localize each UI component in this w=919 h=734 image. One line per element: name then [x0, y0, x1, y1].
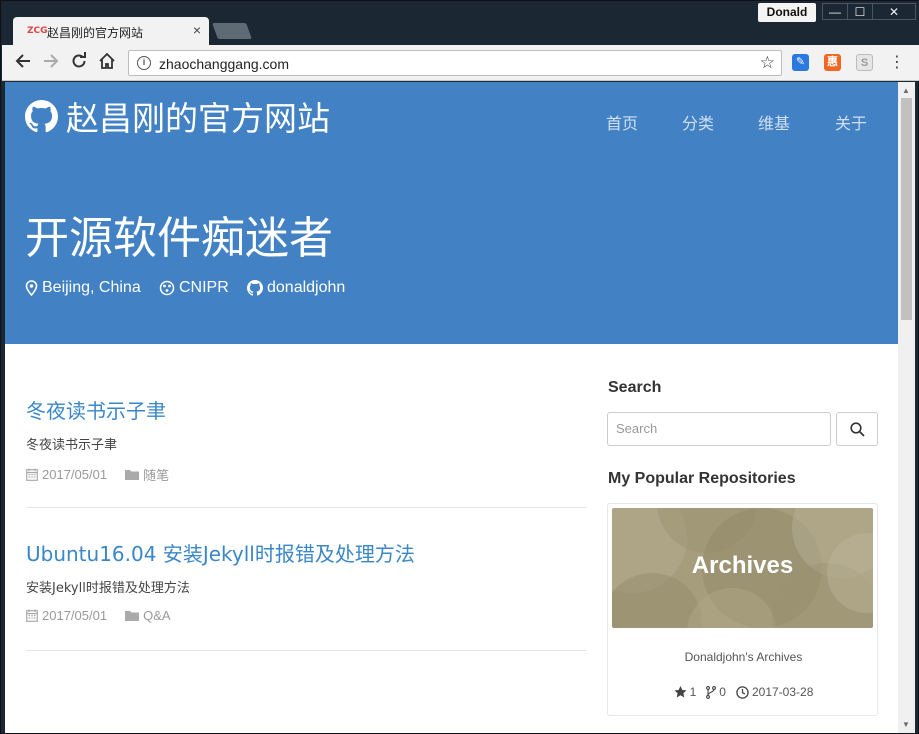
post-divider: [26, 650, 587, 651]
folder-icon: [125, 470, 140, 480]
post-excerpt: 冬夜读书示子聿: [26, 438, 118, 453]
nav-item-about[interactable]: 关于: [835, 110, 867, 134]
calendar-icon: [26, 468, 38, 481]
hero-title: 开源软件痴迷者: [25, 213, 333, 264]
organization-text[interactable]: CNIPR: [179, 279, 229, 297]
title-bar: ZCG 赵昌刚的官方网站 × Donald — ☐ ✕: [1, 1, 919, 45]
post-excerpt: 安装Jekyll时报错及处理方法: [26, 581, 190, 596]
new-tab-button[interactable]: [212, 23, 252, 39]
post-category[interactable]: 随笔: [125, 465, 169, 484]
post-date: 2017/05/01: [26, 467, 107, 482]
meta-location: Beijing, China: [25, 279, 141, 297]
back-arrow-icon: [15, 54, 30, 68]
browser-toolbar: i zhaochanggang.com ☆ ✎ 惠 S ⋮: [2, 45, 919, 81]
nav-item-categories[interactable]: 分类: [682, 110, 714, 134]
fork-icon: [706, 685, 717, 699]
tab-title: 赵昌刚的官方网站: [47, 26, 144, 40]
post-date: 2017/05/01: [26, 608, 107, 623]
location-text: Beijing, China: [42, 279, 141, 296]
reload-button[interactable]: [68, 52, 90, 74]
repo-banner[interactable]: Archives: [612, 508, 873, 628]
search-button[interactable]: [836, 412, 878, 446]
home-button[interactable]: [96, 52, 118, 74]
star-icon[interactable]: ☆: [760, 53, 775, 73]
calendar-icon: [26, 609, 38, 622]
post-divider: [26, 507, 587, 508]
forward-button[interactable]: [40, 52, 62, 74]
close-window-button[interactable]: ✕: [872, 3, 916, 20]
search-input[interactable]: Search: [607, 412, 831, 446]
minimize-button[interactable]: —: [822, 3, 848, 20]
github-icon: [25, 99, 58, 132]
post-meta: 2017/05/01 随笔: [26, 465, 587, 484]
clock-icon: [736, 685, 749, 699]
site-title: 赵昌刚的官方网站: [66, 99, 330, 138]
scroll-down-icon[interactable]: ▼: [902, 720, 910, 729]
map-pin-icon: [25, 280, 38, 296]
extension-orange-icon[interactable]: 惠: [824, 54, 841, 71]
github-username[interactable]: donaldjohn: [267, 279, 345, 297]
reload-icon: [72, 52, 86, 68]
search-heading: Search: [608, 379, 662, 396]
repo-description: Donaldjohn's Archives: [684, 650, 803, 664]
search-icon: [849, 421, 865, 437]
repo-updated: 2017-03-28: [736, 685, 813, 699]
post-meta: 2017/05/01 Q&A: [26, 608, 587, 623]
site-favicon-icon: ZCG: [27, 26, 48, 36]
forward-arrow-icon: [44, 54, 59, 68]
organization-icon: [159, 280, 175, 296]
site-brand[interactable]: 赵昌刚的官方网站: [25, 96, 330, 138]
info-icon[interactable]: i: [137, 56, 151, 70]
maximize-button[interactable]: ☐: [847, 3, 873, 20]
repo-forks: 0: [706, 685, 726, 699]
browser-window: ZCG 赵昌刚的官方网站 × Donald — ☐ ✕ i zhaochangg…: [0, 0, 919, 734]
browser-tab[interactable]: ZCG 赵昌刚的官方网站 ×: [13, 17, 209, 45]
repos-heading: My Popular Repositories: [608, 470, 796, 487]
nav-item-home[interactable]: 首页: [606, 110, 638, 134]
nav-item-wiki[interactable]: 维基: [758, 110, 790, 134]
github-icon: [247, 280, 263, 296]
repo-banner-title: Archives: [691, 552, 794, 579]
menu-dots-icon[interactable]: ⋮: [889, 53, 905, 73]
extension-blue-icon[interactable]: ✎: [792, 54, 809, 71]
scroll-up-icon[interactable]: ▲: [902, 86, 910, 95]
back-button[interactable]: [12, 52, 34, 74]
address-bar[interactable]: i zhaochanggang.com ☆: [128, 50, 782, 76]
page-scrollbar[interactable]: ▲ ▼: [898, 82, 915, 733]
folder-icon: [125, 611, 140, 621]
profile-button[interactable]: Donald: [758, 3, 816, 22]
site-header: 赵昌刚的官方网站 首页 分类 维基 关于 开源软件痴迷者 Beijing, Ch…: [5, 82, 898, 344]
tab-close-icon[interactable]: ×: [193, 22, 201, 38]
scroll-thumb[interactable]: [901, 98, 912, 320]
post-item: 冬夜读书示子聿 冬夜读书示子聿 2017/05/01 随笔: [26, 395, 587, 484]
post-title[interactable]: 冬夜读书示子聿: [26, 395, 587, 424]
post-category[interactable]: Q&A: [125, 608, 171, 623]
post-title[interactable]: Ubuntu16.04 安装Jekyll时报错及处理方法: [26, 538, 587, 567]
repo-stats: 1 0 2017-03-28: [608, 685, 879, 699]
home-icon: [99, 52, 115, 69]
post-item: Ubuntu16.04 安装Jekyll时报错及处理方法 安装Jekyll时报错…: [26, 538, 587, 623]
extension-shield-icon[interactable]: S: [856, 54, 873, 71]
page-viewport: 赵昌刚的官方网站 首页 分类 维基 关于 开源软件痴迷者 Beijing, Ch…: [5, 82, 898, 733]
repo-card[interactable]: Archives Donaldjohn's Archives 1 0 2017-…: [607, 503, 878, 716]
meta-github: donaldjohn: [247, 279, 345, 297]
star-icon: [674, 686, 687, 698]
url-text[interactable]: zhaochanggang.com: [159, 56, 289, 72]
meta-organization: CNIPR: [159, 279, 229, 297]
repo-stars: 1: [674, 685, 696, 699]
